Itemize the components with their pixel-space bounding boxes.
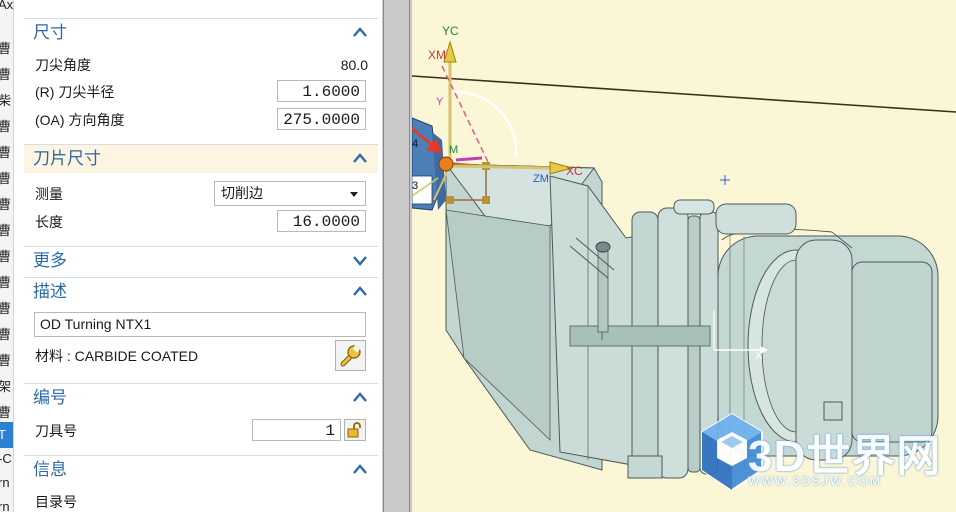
length-input[interactable]: 16.0000: [277, 210, 366, 232]
chevron-up-icon[interactable]: [352, 25, 368, 39]
strip-item[interactable]: 曹: [0, 296, 13, 322]
strip-item[interactable]: 曹: [0, 140, 13, 166]
strip-item[interactable]: 曹: [0, 36, 13, 62]
orient-angle-label: (OA) 方向角度: [35, 112, 125, 128]
wrench-icon: [340, 344, 361, 367]
insert-label-4: 4: [412, 138, 419, 150]
tip-angle-label: 刀尖角度: [35, 57, 91, 73]
m-label: M: [449, 144, 459, 156]
material-library-button[interactable]: [335, 340, 366, 371]
tip-angle-value: 80.0: [340, 57, 368, 73]
measure-label: 测量: [35, 186, 63, 202]
section-header-dimensions[interactable]: 尺寸: [24, 18, 378, 47]
strip-item-selected[interactable]: T: [0, 422, 13, 448]
strip-item[interactable]: rn: [0, 494, 13, 512]
splitter-line: [383, 0, 384, 512]
strip-item[interactable]: Ax: [0, 0, 13, 18]
dropdown-caret-icon: [350, 192, 358, 197]
strip-item[interactable]: 曹: [0, 270, 13, 296]
x-axis-label: X: [755, 350, 763, 362]
nose-radius-label: (R) 刀尖半径: [35, 84, 115, 100]
xm-axis-label: XM: [428, 48, 446, 62]
chevron-up-icon[interactable]: [352, 151, 368, 165]
strip-item[interactable]: 曹: [0, 244, 13, 270]
section-title: 编号: [33, 388, 67, 407]
measure-select[interactable]: 切削边: [214, 181, 366, 206]
chevron-down-icon[interactable]: [352, 253, 368, 267]
strip-item[interactable]: 柴: [0, 88, 13, 114]
lock-toggle-button[interactable]: [344, 419, 366, 441]
tool-number-input[interactable]: 1: [252, 419, 341, 441]
catalog-number-label: 目录号: [35, 494, 77, 510]
chevron-up-icon[interactable]: [352, 390, 368, 404]
strip-item[interactable]: 曹: [0, 192, 13, 218]
tool-number-label: 刀具号: [35, 423, 77, 439]
splitter[interactable]: [382, 0, 412, 512]
y-axis-label: Y: [436, 96, 444, 108]
section-title: 尺寸: [33, 23, 67, 42]
yc-axis-label: YC: [442, 24, 459, 38]
watermark-url: WWW.3DSJW.COM: [748, 474, 882, 488]
chevron-up-icon[interactable]: [352, 462, 368, 476]
section-header-insert-size[interactable]: 刀片尺寸: [24, 144, 378, 173]
splitter-line: [409, 0, 410, 512]
strip-item[interactable]: 曹: [0, 218, 13, 244]
strip-item[interactable]: 曹: [0, 114, 13, 140]
tool-parameters-panel: 尺寸 刀尖角度 80.0 (R) 刀尖半径 1.6000 (OA) 方向角度 2…: [24, 0, 378, 512]
chevron-up-icon[interactable]: [352, 284, 368, 298]
strip-item[interactable]: 架: [0, 374, 13, 400]
insert-label-3: 3: [412, 180, 419, 192]
length-label: 长度: [35, 214, 63, 230]
material-label: 材料 : CARBIDE COATED: [35, 348, 199, 364]
strip-item[interactable]: 曹: [0, 166, 13, 192]
unlock-icon: [347, 422, 361, 438]
section-header-info[interactable]: 信息: [24, 455, 378, 484]
section-header-more[interactable]: 更多: [24, 246, 378, 275]
section-title: 信息: [33, 460, 67, 479]
description-input[interactable]: OD Turning NTX1: [34, 312, 366, 337]
section-title: 更多: [33, 251, 67, 270]
orient-angle-input[interactable]: 275.0000: [277, 108, 366, 130]
navigator-strip[interactable]: Ax 曹 曹 柴 曹 曹 曹 曹 曹 曹 曹 曹 曹 曹 架 曹 T -C rn…: [0, 0, 14, 512]
zm-axis-label: ZM: [533, 173, 549, 185]
measure-selected-value: 切削边: [221, 185, 263, 201]
strip-item[interactable]: 曹: [0, 62, 13, 88]
section-title: 描述: [33, 282, 67, 301]
strip-item[interactable]: rn: [0, 470, 13, 496]
strip-item[interactable]: -C: [0, 446, 13, 472]
section-title: 刀片尺寸: [33, 149, 101, 168]
section-header-numbering[interactable]: 编号: [24, 383, 378, 412]
strip-item[interactable]: 曹: [0, 348, 13, 374]
xc-axis-label: XC: [566, 164, 583, 178]
nose-radius-input[interactable]: 1.6000: [277, 80, 366, 102]
strip-item[interactable]: 曹: [0, 322, 13, 348]
section-header-description[interactable]: 描述: [24, 277, 378, 306]
